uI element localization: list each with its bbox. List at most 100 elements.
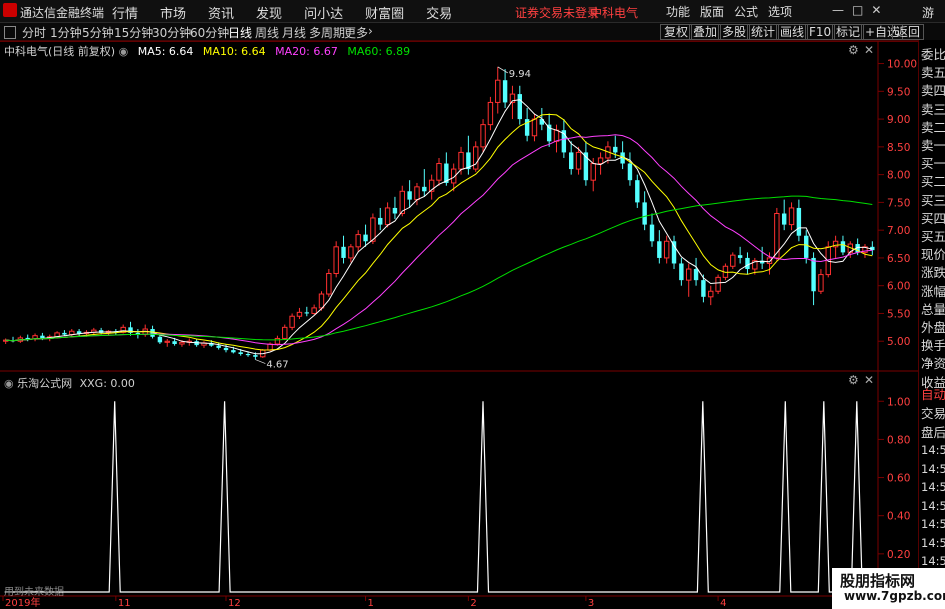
- candle-body-down: [546, 124, 552, 142]
- annotation-leader: [255, 359, 266, 364]
- candle-body-up: [575, 151, 582, 170]
- trade-time: 14:56: [921, 498, 945, 513]
- sidebar-quote-label: 买五: [921, 229, 945, 244]
- candle-body-up: [326, 272, 332, 295]
- candle-body-down: [657, 241, 662, 258]
- candle-body-down: [378, 217, 383, 225]
- close-panel-icon: ✕: [864, 43, 874, 57]
- candle-body-down: [422, 186, 427, 192]
- sidebar-tab-label[interactable]: 交易: [921, 403, 945, 422]
- trade-time: 14:56: [921, 443, 945, 457]
- candle-body-up: [179, 341, 185, 345]
- candle-body-up: [311, 307, 317, 314]
- candle-body-up: [282, 326, 288, 339]
- candle-body-up: [318, 293, 325, 309]
- sub-settings-gear-icon: ⚙: [848, 373, 859, 387]
- sidebar-quote-label: 总量: [921, 301, 945, 317]
- y-tick-label: 10.00: [887, 59, 917, 71]
- candle-body-up: [708, 290, 714, 298]
- candle-body-down: [517, 94, 522, 120]
- xxg-indicator: [4, 401, 874, 593]
- sub-y-tick-label: 1.00: [887, 396, 910, 408]
- candle-body-down: [635, 180, 640, 203]
- candle-body-up: [590, 163, 596, 181]
- candle-body-down: [840, 241, 846, 253]
- sidebar-quote-label: 买四: [921, 210, 945, 226]
- sidebar-quote-label: 净资: [921, 356, 945, 372]
- sidebar-quote-label: 委比: [921, 47, 945, 62]
- sidebar-quote-label: 卖一: [921, 138, 945, 153]
- candle-body-down: [157, 336, 163, 343]
- watermark-title: 股朋指标网: [840, 572, 916, 590]
- xxg-line: [4, 401, 874, 593]
- settings-gear-icon: ⚙: [848, 43, 859, 57]
- candle-body-down: [253, 355, 258, 357]
- candle-body-up: [487, 101, 494, 126]
- candle-body-down: [502, 80, 508, 103]
- trade-time: 14:56: [921, 517, 945, 531]
- watermark-url: www.7gpzb.com: [844, 589, 945, 603]
- candle-body-down: [649, 224, 655, 242]
- candle-body-down: [568, 152, 574, 170]
- trade-time: 14:56: [921, 554, 945, 568]
- ma5-line: [5, 99, 873, 355]
- candle-body-down: [701, 280, 706, 297]
- x-tick-label: 4: [720, 598, 726, 609]
- x-tick-label: 3: [588, 598, 594, 609]
- sub-close-panel-icon: ✕: [864, 373, 874, 387]
- annotation-label: 9.94: [509, 69, 531, 80]
- candle-body-up: [458, 151, 464, 170]
- candle-body-up: [818, 274, 824, 292]
- candle-body-up: [384, 207, 391, 226]
- y-tick-label: 8.00: [887, 170, 910, 182]
- sidebar-quote-label: 涨跌: [921, 265, 945, 281]
- candle-body-up: [355, 234, 361, 248]
- candle-body-up: [436, 163, 442, 181]
- chart-corner-icons: ⚙ ✕ ⚙ ✕: [848, 43, 874, 387]
- y-tick-label: 6.50: [887, 253, 910, 265]
- candle-body-up: [414, 186, 420, 201]
- y-tick-label: 8.50: [887, 142, 910, 154]
- candle-body-down: [627, 163, 633, 181]
- candle-body-down: [62, 332, 67, 335]
- candle-body-down: [781, 213, 787, 225]
- sub-y-tick-label: 0.20: [887, 549, 910, 561]
- sidebar-tab-label[interactable]: 盘后: [921, 422, 945, 441]
- trade-time: 14:56: [921, 480, 945, 494]
- y-tick-label: 7.00: [887, 225, 910, 237]
- candle-body-down: [745, 257, 750, 270]
- sidebar-quote-label: 涨幅: [921, 283, 945, 299]
- candle-body-down: [25, 337, 30, 340]
- y-tick-label: 6.00: [887, 281, 910, 293]
- sidebar-quote-label: 卖五: [921, 65, 945, 81]
- candle-body-up: [473, 146, 479, 170]
- candle-body-up: [766, 257, 773, 264]
- candle-body-down: [238, 352, 243, 355]
- y-tick-label: 5.00: [887, 336, 910, 348]
- sidebar-quote-label: 买一: [921, 156, 945, 172]
- candle-body-down: [796, 207, 802, 236]
- candle-body-down: [804, 235, 809, 258]
- candle-body-down: [216, 345, 221, 348]
- chart-grid: [0, 40, 918, 597]
- candle-body-up: [531, 118, 538, 137]
- candle-body-down: [363, 234, 368, 242]
- sub-y-tick-label: 0.80: [887, 434, 910, 446]
- y-tick-label: 5.50: [887, 308, 910, 320]
- y-tick-label: 7.50: [887, 197, 910, 209]
- stock-chart[interactable]: 9.94 4.67 10.00 9.50 9.00 8.50 8.00 7.50 7.00 6.…: [0, 0, 945, 609]
- sidebar-quote-label: 外盘: [921, 320, 945, 335]
- candle-body-up: [69, 330, 75, 336]
- candle-body-down: [231, 350, 236, 353]
- candle-body-down: [245, 354, 251, 356]
- x-tick-label: 11: [118, 598, 131, 609]
- candle-body-down: [737, 255, 743, 258]
- quote-sidebar: 委比 卖五 卖四 卖三 卖二 卖一 买一 买二 买三 买四 买五 现价 涨跌 涨幅 总量 外盘 换手 净资 收益 自动…: [918, 40, 945, 590]
- sub-y-tick-label: 0.60: [887, 473, 910, 485]
- candlesticks: [2, 66, 875, 360]
- auto-trade-toggle[interactable]: 自动: [921, 384, 945, 403]
- moving-average-lines: [5, 99, 873, 355]
- candle-body-up: [686, 268, 692, 281]
- candle-body-up: [788, 207, 795, 226]
- candle-body-up: [480, 124, 486, 148]
